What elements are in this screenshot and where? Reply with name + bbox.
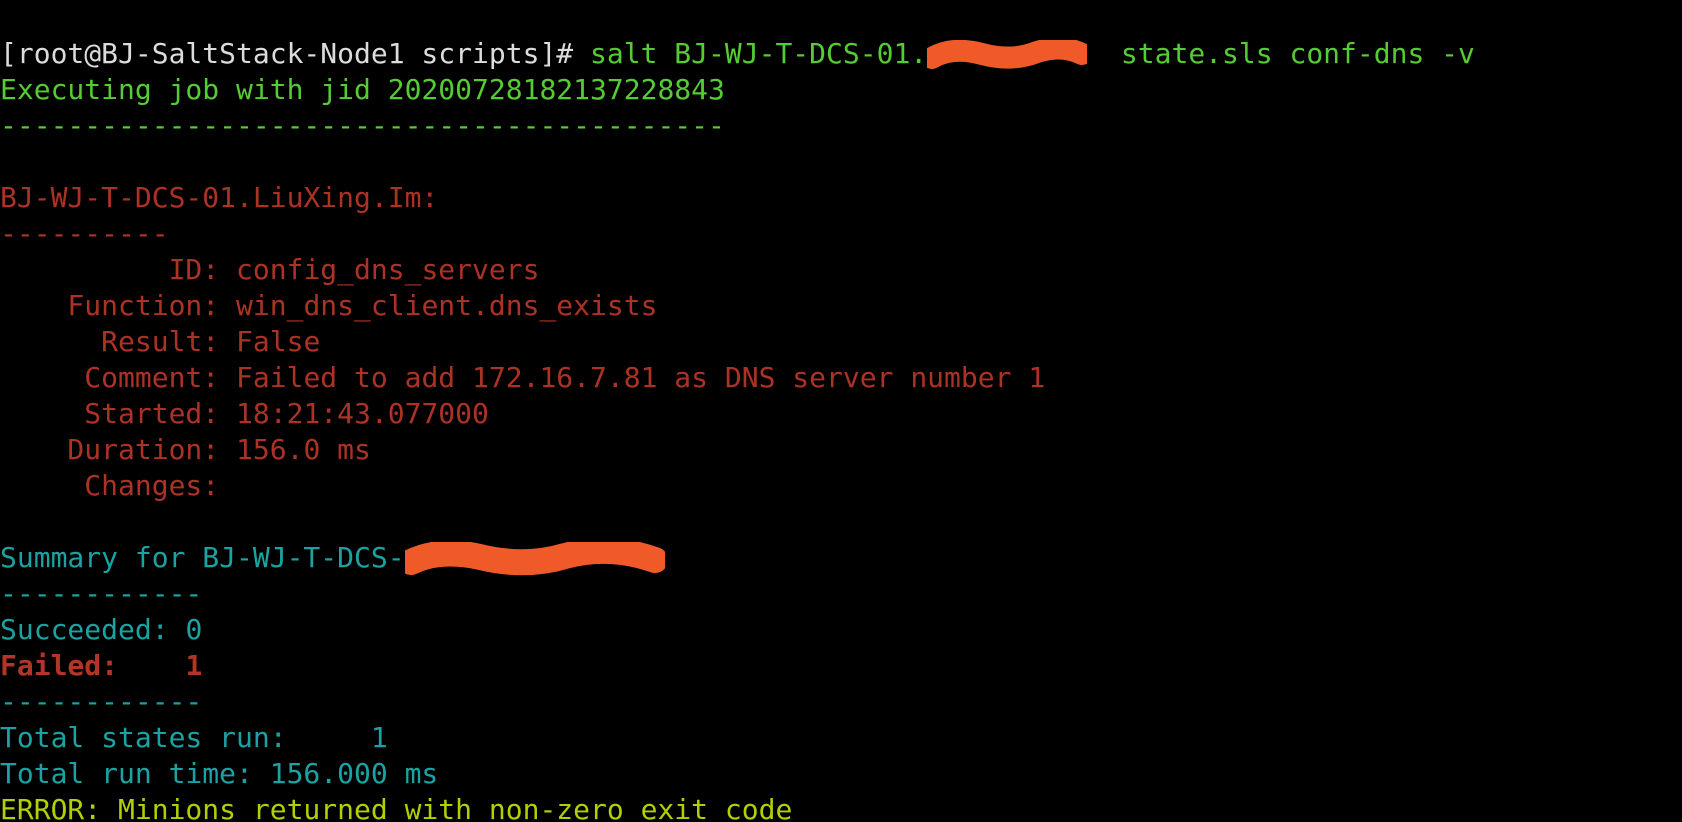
total-time-line: Total run time: 156.000 ms [0,757,438,790]
command-part-1: salt BJ-WJ-T-DCS-01. [590,37,927,70]
summary-header-line: Summary for BJ-WJ-T-DCS- [0,541,665,574]
minion-header: BJ-WJ-T-DCS-01.LiuXing.Im: [0,181,438,214]
error-line: ERROR: Minions returned with non-zero ex… [0,793,792,822]
rule-long: ----------------------------------------… [0,109,725,142]
state-result-line: Result: False [0,325,320,358]
state-started-label: Started: [0,397,236,430]
redaction-mark-icon [927,40,1087,70]
total-time-label: Total run time: [0,757,270,790]
state-comment-value: Failed to add 172.16.7.81 as DNS server … [236,361,1045,394]
state-id-value: config_dns_servers [236,253,539,286]
state-result-label: Result: [0,325,236,358]
summary-prefix: Summary for BJ-WJ-T-DCS- [0,541,405,574]
blank-line [0,505,17,538]
state-duration-value: 156.0 ms [236,433,371,466]
state-id-line: ID: config_dns_servers [0,253,539,286]
redaction-mark-icon [405,542,665,576]
succeeded-line: Succeeded: 0 [0,613,202,646]
executing-job-line: Executing job with jid 20200728182137228… [0,73,725,106]
rule-short: ---------- [0,217,169,250]
command-part-2: state.sls conf-dns -v [1087,37,1475,70]
state-comment-label: Comment: [0,361,236,394]
total-states-line: Total states run: 1 [0,721,388,754]
total-states-label: Total states run: [0,721,371,754]
state-duration-label: Duration: [0,433,236,466]
total-time-value: 156.000 ms [270,757,439,790]
state-comment-line: Comment: Failed to add 172.16.7.81 as DN… [0,361,1045,394]
rule-summary-bottom: ------------ [0,685,202,718]
state-id-label: ID: [0,253,236,286]
blank-line [0,145,17,178]
state-result-value: False [236,325,320,358]
terminal-output[interactable]: [root@BJ-SaltStack-Node1 scripts]# salt … [0,0,1682,822]
state-function-value: win_dns_client.dns_exists [236,289,657,322]
rule-summary-top: ------------ [0,577,202,610]
state-function-line: Function: win_dns_client.dns_exists [0,289,657,322]
state-started-value: 18:21:43.077000 [236,397,489,430]
total-states-value: 1 [371,721,388,754]
failed-label: Failed: [0,649,185,682]
shell-prompt: [root@BJ-SaltStack-Node1 scripts]# [0,37,573,70]
state-duration-line: Duration: 156.0 ms [0,433,371,466]
state-started-line: Started: 18:21:43.077000 [0,397,489,430]
succeeded-label: Succeeded: [0,613,185,646]
succeeded-value: 0 [185,613,202,646]
shell-prompt-line: [root@BJ-SaltStack-Node1 scripts]# salt … [0,37,1475,70]
failed-value: 1 [185,649,202,682]
state-changes-line: Changes: [0,469,219,502]
state-function-label: Function: [0,289,236,322]
failed-line: Failed: 1 [0,649,202,682]
state-changes-label: Changes: [0,469,219,502]
